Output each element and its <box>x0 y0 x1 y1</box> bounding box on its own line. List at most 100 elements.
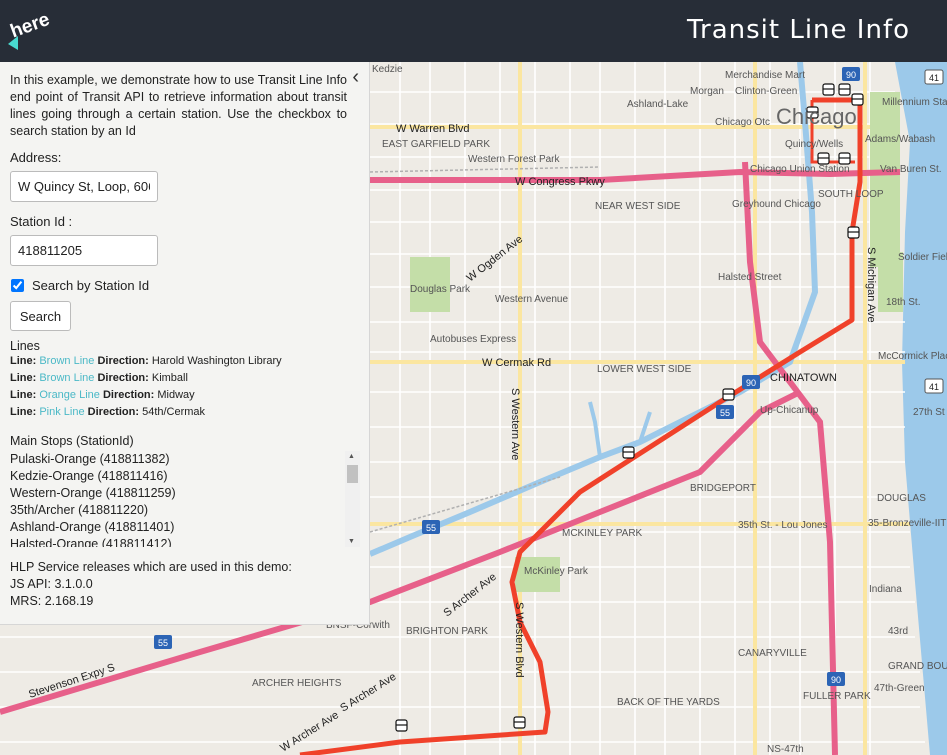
scroll-thumb[interactable] <box>347 465 358 483</box>
map-label-41: Indiana <box>869 584 902 595</box>
intro-text: In this example, we demonstrate how to u… <box>10 73 347 138</box>
map-label-16: NEAR WEST SIDE <box>595 201 681 212</box>
scroll-down-arrow-icon[interactable]: ▼ <box>348 538 355 545</box>
shield-55-c: 55 <box>158 638 168 648</box>
direction-prefix: Direction: <box>97 355 149 367</box>
line-prefix: Line: <box>10 389 37 401</box>
line-direction: Midway <box>157 389 195 401</box>
line-link[interactable]: Brown Line <box>39 355 94 367</box>
shield-41-a: 41 <box>929 73 939 83</box>
map-label-37: 35-Bronzeville-IIT <box>868 518 946 529</box>
map-label-chicago: Chicago <box>776 104 857 129</box>
map-label-24: 18th St. <box>886 297 920 308</box>
line-item: Line: Orange Line Direction: Midway <box>10 387 359 404</box>
release-mrs: MRS: 2.168.19 <box>10 594 94 608</box>
station-icon-10 <box>513 716 526 729</box>
address-label: Address: <box>10 150 62 165</box>
station-icon-2 <box>838 83 851 96</box>
line-direction: 54th/Cermak <box>142 406 206 418</box>
map-label-38: MCKINLEY PARK <box>562 528 643 539</box>
map-label-23: Western Avenue <box>495 294 568 305</box>
search-button[interactable]: Search <box>10 301 71 331</box>
station-checkbox-row: Search by Station Id <box>10 278 359 293</box>
map-label-0: Kedzie <box>372 64 403 75</box>
direction-prefix: Direction: <box>87 406 140 418</box>
map-label-27: W Cermak Rd <box>482 357 551 369</box>
stops-scrollbar[interactable]: ▲ ▼ <box>345 451 360 547</box>
stops-list[interactable]: Pulaski-Orange (418811382) Kedzie-Orange… <box>10 451 360 547</box>
line-prefix: Line: <box>10 355 37 367</box>
station-id-label: Station Id : <box>10 214 73 229</box>
map-label-48: GRAND BOULEVARD <box>888 661 947 672</box>
map-label-1: Merchandise Mart <box>725 70 805 81</box>
line-item: Line: Pink Line Direction: 54th/Cermak <box>10 404 359 421</box>
line-item: Line: Brown Line Direction: Kimball <box>10 370 359 387</box>
map-label-34: BRIDGEPORT <box>690 483 756 494</box>
map-label-3: Clinton-Green <box>735 86 797 97</box>
map-label-45: S Western Blvd <box>513 602 525 678</box>
station-icon-5 <box>817 152 830 165</box>
map-label-33: 27th St <box>913 407 945 418</box>
shield-55-b: 55 <box>426 523 436 533</box>
station-icon-9 <box>622 446 635 459</box>
map-label-19: Soldier Field <box>898 252 947 263</box>
shield-90-c: 90 <box>846 70 856 80</box>
map-label-44: 43rd <box>888 626 908 637</box>
line-item: Line: Brown Line Direction: Harold Washi… <box>10 353 359 370</box>
map-label-18: SOUTH LOOP <box>818 189 884 200</box>
map-label-30: CHINATOWN <box>770 372 837 384</box>
map-label-54: NS-47th <box>767 744 804 755</box>
station-id-input[interactable] <box>10 235 158 266</box>
station-icon-7 <box>847 226 860 239</box>
line-link[interactable]: Pink Line <box>39 406 84 418</box>
shield-90-b: 90 <box>831 675 841 685</box>
stop-item: Western-Orange (418811259) <box>10 486 176 500</box>
map-label-52: BACK OF THE YARDS <box>617 697 720 708</box>
svg-text:here: here <box>8 9 52 42</box>
lines-list: Line: Brown Line Direction: Harold Washi… <box>10 353 359 421</box>
map-label-13: Chicago Union Station <box>750 164 850 175</box>
station-icon-1 <box>822 83 835 96</box>
map-label-11: Western Forest Park <box>468 154 561 165</box>
page-title: Transit Line Info <box>686 15 910 45</box>
map-label-43: BRIGHTON PARK <box>406 626 488 637</box>
map-label-47: CANARYVILLE <box>738 648 807 659</box>
line-link[interactable]: Orange Line <box>39 389 100 401</box>
map-label-53: FULLER PARK <box>803 691 871 702</box>
map-label-6: Millennium Station <box>882 97 947 108</box>
scroll-up-arrow-icon[interactable]: ▲ <box>348 453 355 460</box>
map-label-2: Morgan <box>690 86 724 97</box>
collapse-panel-icon[interactable]: ‹ <box>352 66 359 89</box>
stop-item: Kedzie-Orange (418811416) <box>10 469 168 483</box>
search-by-station-checkbox[interactable] <box>11 279 24 292</box>
map-label-35: DOUGLAS <box>877 493 926 504</box>
station-icon-8 <box>722 388 735 401</box>
lines-heading: Lines <box>10 339 40 353</box>
shield-41-b: 41 <box>929 382 939 392</box>
line-prefix: Line: <box>10 406 37 418</box>
shield-55-a: 55 <box>720 408 730 418</box>
map-label-39: McKinley Park <box>524 566 589 577</box>
map-label-14: Van Buren St. <box>880 164 942 175</box>
map-label-9: W Warren Blvd <box>396 123 470 135</box>
release-js-api: JS API: 3.1.0.0 <box>10 577 93 591</box>
map-label-7: Chicago Otc <box>715 117 770 128</box>
grant-park <box>870 92 900 267</box>
station-icon-11 <box>395 719 408 732</box>
map-label-26: Autobuses Express <box>430 334 516 345</box>
map-label-15: W Congress Pkwy <box>515 176 605 188</box>
map-label-25: S Michigan Ave <box>865 247 877 323</box>
line-direction: Harold Washington Library <box>151 355 282 367</box>
line-link[interactable]: Brown Line <box>39 372 94 384</box>
address-input[interactable] <box>10 171 158 202</box>
direction-prefix: Direction: <box>102 389 155 401</box>
map-label-12: Quincy/Wells <box>785 139 843 150</box>
map-label-36: 35th St. - Lou Jones <box>738 520 828 531</box>
line-prefix: Line: <box>10 372 37 384</box>
info-panel: ‹ In this example, we demonstrate how to… <box>0 62 370 625</box>
map-label-50: ARCHER HEIGHTS <box>252 678 342 689</box>
map-label-29: McCormick Place <box>878 351 947 362</box>
stop-item: Pulaski-Orange (418811382) <box>10 452 170 466</box>
map-label-17: Greyhound Chicago <box>732 199 821 210</box>
map-label-22: Halsted Street <box>718 272 782 283</box>
